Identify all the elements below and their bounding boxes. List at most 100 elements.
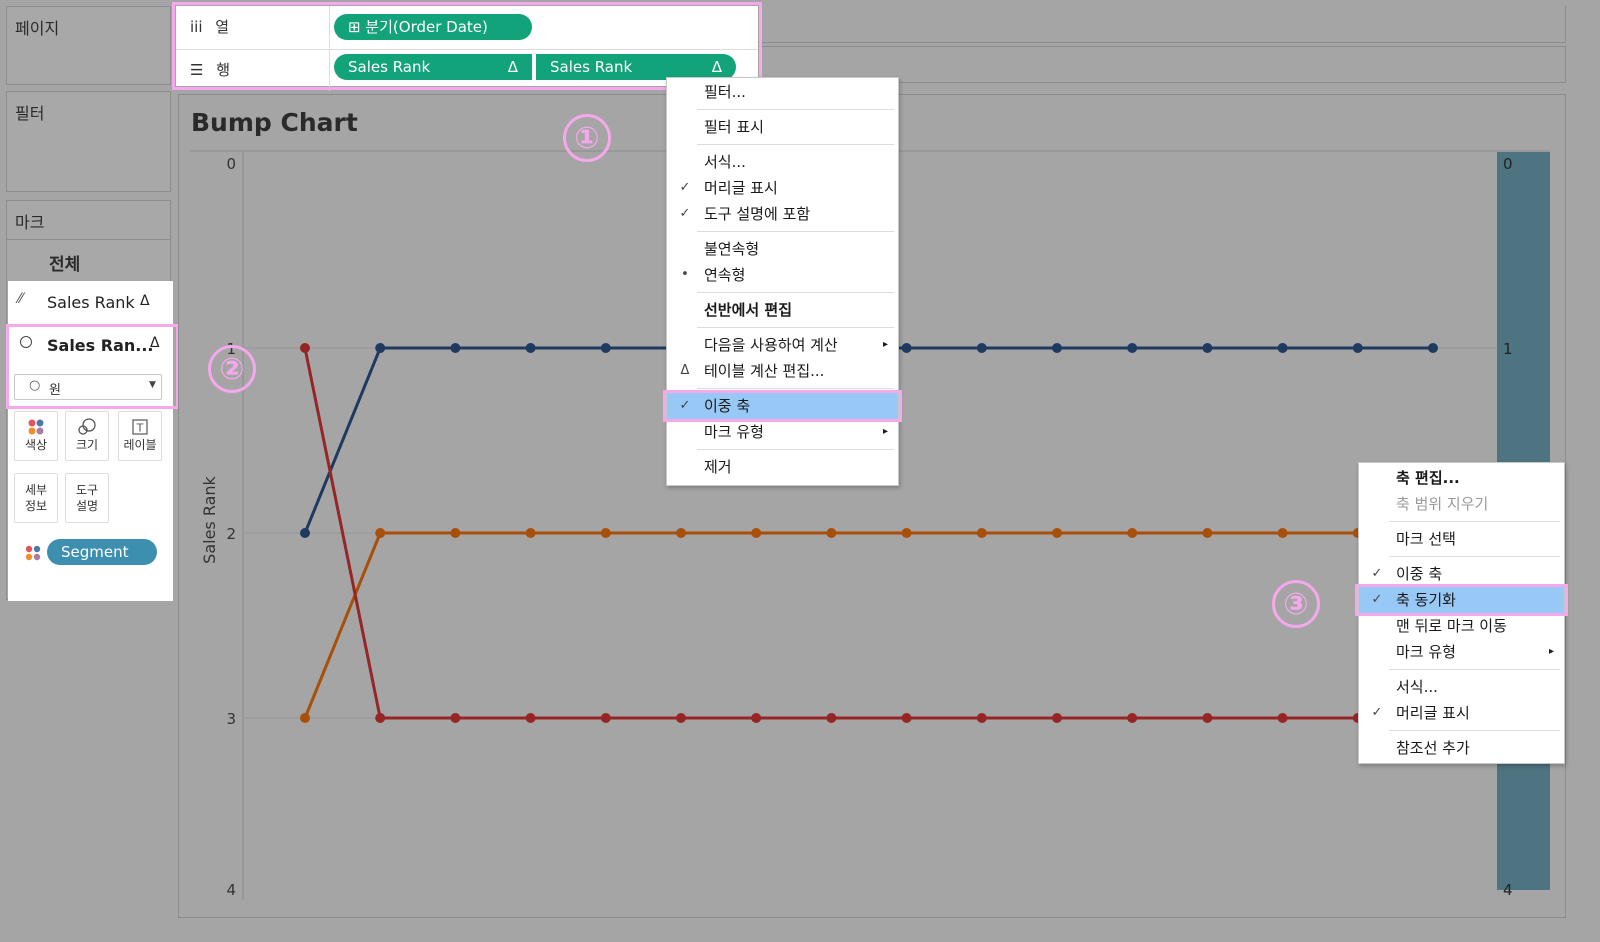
pill-menu-item-label: 테이블 계산 편집...: [704, 362, 825, 380]
series-point[interactable]: [600, 343, 611, 353]
series-point[interactable]: [1352, 343, 1363, 353]
menu-separator: [697, 448, 894, 450]
check-icon: •: [681, 267, 689, 282]
series-point[interactable]: [1052, 343, 1062, 353]
pill-menu-item[interactable]: • 연속형: [667, 262, 898, 288]
menu-separator: [697, 387, 894, 389]
series-point[interactable]: [525, 528, 536, 538]
series-point[interactable]: [450, 343, 461, 353]
series-point[interactable]: [450, 713, 461, 723]
series-point[interactable]: [1277, 528, 1288, 538]
delta-icon: Δ: [680, 363, 690, 378]
axis-menu-item-label: 이중 축: [1396, 565, 1443, 583]
axis-menu-item-label: 서식...: [1396, 678, 1438, 696]
series-line[interactable]: [303, 531, 1433, 719]
pill-menu-item[interactable]: 필터 표시: [667, 114, 898, 140]
series-point[interactable]: [1428, 343, 1438, 353]
axis-menu-item[interactable]: 축 편집...: [1359, 465, 1564, 491]
axis-menu-item[interactable]: 참조선 추가: [1359, 735, 1564, 761]
menu-separator: [697, 143, 894, 145]
pill-menu-item[interactable]: 선반에서 편집: [667, 297, 898, 323]
axis-menu-item-label: 마크 선택: [1396, 530, 1456, 548]
right-axis-tick-label: 1: [1503, 340, 1513, 358]
annotation-3: ③: [1272, 580, 1320, 628]
right-axis-tick-label: 0: [1503, 155, 1513, 173]
pill-menu-item-label: 연속형: [704, 266, 746, 284]
series-point[interactable]: [450, 528, 461, 538]
submenu-arrow-icon: ▸: [882, 339, 888, 350]
series-point[interactable]: [1127, 528, 1138, 538]
pill-menu-item[interactable]: 마크 유형 ▸: [667, 419, 898, 445]
series-point[interactable]: [1052, 713, 1062, 723]
check-icon: ✓: [679, 180, 691, 195]
series-point[interactable]: [901, 528, 912, 538]
axis-menu-item[interactable]: 마크 유형 ▸: [1359, 639, 1564, 665]
submenu-arrow-icon: ▸: [882, 426, 888, 437]
pill-menu-item[interactable]: Δ 테이블 계산 편집...: [667, 358, 898, 384]
pill-menu-item[interactable]: 서식...: [667, 149, 898, 175]
pill-menu-item-label: 필터...: [704, 83, 746, 101]
axis-menu-item: 축 범위 지우기: [1359, 491, 1564, 517]
pill-context-menu: 필터... 필터 표시서식... ✓ 머리글 표시 ✓ 도구 설명에 포함불연속형 • 연속형…: [663, 77, 902, 486]
y-tick-label: 4: [226, 881, 236, 899]
series-point[interactable]: [676, 528, 686, 538]
series-point[interactable]: [600, 713, 611, 723]
menu-separator: [697, 108, 894, 110]
series-point[interactable]: [1127, 713, 1138, 723]
series-point[interactable]: [375, 343, 386, 353]
series-point[interactable]: [751, 713, 762, 723]
axis-context-menu: 축 편집... 축 범위 지우기 마크 선택 ✓ 이중 축 ✓ 축 동기화 맨 뒤로 마크 이…: [1355, 462, 1568, 764]
pill-menu-item-label: 머리글 표시: [704, 179, 778, 197]
series-point[interactable]: [676, 713, 686, 723]
pill-menu-item[interactable]: ✓ 머리글 표시: [667, 175, 898, 201]
series-point[interactable]: [976, 713, 987, 723]
annotation-1: ①: [563, 114, 611, 162]
pill-menu-item-label: 마크 유형: [704, 423, 764, 441]
series-point[interactable]: [300, 343, 310, 353]
series-point[interactable]: [751, 528, 762, 538]
series-point[interactable]: [300, 713, 310, 723]
series-point[interactable]: [375, 713, 386, 723]
y-tick-label: 3: [226, 710, 236, 728]
pill-menu-item[interactable]: 불연속형: [667, 236, 898, 262]
series-point[interactable]: [1202, 713, 1213, 723]
series-point[interactable]: [1127, 343, 1138, 353]
axis-menu-item[interactable]: 서식...: [1359, 674, 1564, 700]
menu-separator: [697, 326, 894, 328]
axis-menu-item-label: 축 범위 지우기: [1396, 495, 1489, 513]
annotation-2: ②: [208, 345, 256, 393]
series-point[interactable]: [1202, 528, 1213, 538]
y-tick-label: 0: [226, 155, 236, 173]
axis-menu-item[interactable]: ✓ 머리글 표시: [1359, 700, 1564, 726]
series-point[interactable]: [1052, 528, 1062, 538]
menu-item-highlight: [1355, 584, 1568, 616]
series-point[interactable]: [976, 528, 987, 538]
pill-menu-item[interactable]: 필터...: [667, 79, 898, 105]
menu-separator: [697, 230, 894, 232]
axis-menu-item[interactable]: 마크 선택: [1359, 526, 1564, 552]
right-axis-tick-label: 4: [1503, 881, 1513, 899]
pill-menu-item[interactable]: 제거: [667, 454, 898, 480]
series-point[interactable]: [375, 528, 386, 538]
series-point[interactable]: [1277, 713, 1288, 723]
series-point[interactable]: [525, 713, 536, 723]
pill-menu-item-label: 불연속형: [704, 240, 760, 258]
series-point[interactable]: [901, 713, 912, 723]
pill-menu-item[interactable]: 다음을 사용하여 계산 ▸: [667, 332, 898, 358]
series-point[interactable]: [1277, 343, 1288, 353]
submenu-arrow-icon: ▸: [1548, 646, 1554, 657]
series-point[interactable]: [901, 343, 912, 353]
series-point[interactable]: [826, 713, 837, 723]
series-point[interactable]: [1202, 343, 1213, 353]
menu-separator: [697, 291, 894, 293]
series-point[interactable]: [976, 343, 987, 353]
series-point[interactable]: [300, 528, 310, 538]
axis-menu-item-label: 마크 유형: [1396, 643, 1456, 661]
series-point[interactable]: [525, 343, 536, 353]
series-point[interactable]: [826, 528, 837, 538]
series-point[interactable]: [600, 528, 611, 538]
axis-menu-item-label: 머리글 표시: [1396, 704, 1470, 722]
pill-menu-item[interactable]: ✓ 도구 설명에 포함: [667, 201, 898, 227]
axis-menu-item[interactable]: 맨 뒤로 마크 이동: [1359, 613, 1564, 639]
check-icon: ✓: [1371, 705, 1383, 720]
